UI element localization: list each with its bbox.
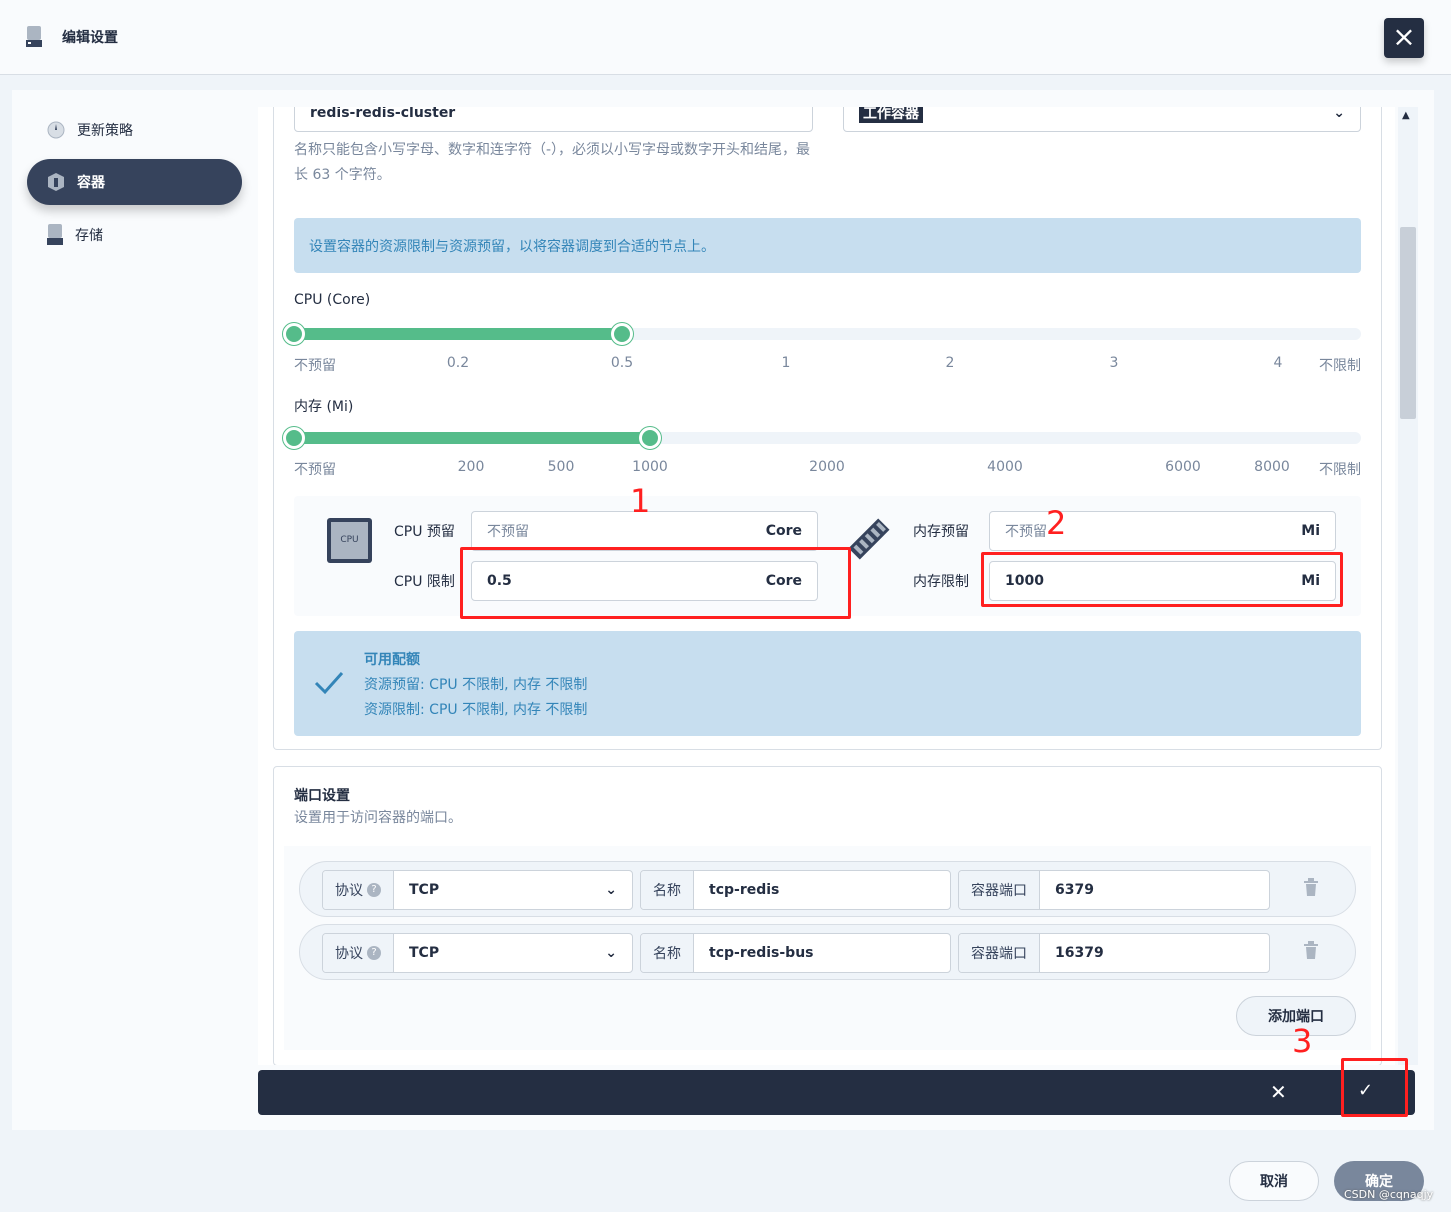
sidebar-item-label: 更新策略 [77, 123, 133, 139]
protocol-label: 协议 [335, 883, 363, 899]
memory-icon [848, 518, 890, 560]
watermark: CSDN @cqnaqjy [1344, 1188, 1434, 1201]
quota-requests: 资源预留: CPU 不限制, 内存 不限制 [364, 677, 588, 693]
memory-tick-label: 4000 [987, 459, 1023, 475]
trash-icon[interactable] [1303, 941, 1319, 961]
cpu-slider-fill [294, 328, 622, 340]
annotation-number-3: 3 [1292, 1022, 1313, 1060]
chevron-down-icon: ⌄ [605, 945, 617, 961]
cpu-request-label: CPU 预留 [394, 524, 455, 540]
container-port-input[interactable]: 容器端口 16379 [958, 933, 1270, 973]
cpu-icon: CPU [327, 518, 372, 563]
port-name-label: 名称 [641, 871, 694, 909]
memory-slider-max-handle[interactable] [639, 427, 661, 449]
ports-description: 设置用于访问容器的端口。 [294, 810, 462, 826]
memory-tick-label: 不限制 [1319, 462, 1361, 478]
memory-tick-label: 500 [547, 459, 575, 475]
edit-action-bar [258, 1070, 1415, 1115]
cpu-slider-max-handle[interactable] [611, 323, 633, 345]
memory-tick-label: 200 [457, 459, 485, 475]
protocol-value: TCP [409, 945, 440, 961]
memory-tick-label: 1000 [632, 459, 668, 475]
cancel-edit-icon[interactable]: ✕ [1270, 1080, 1287, 1104]
container-name-value: redis-redis-cluster [310, 105, 456, 121]
memory-tick-label: 6000 [1165, 459, 1201, 475]
cpu-slider-min-handle[interactable] [283, 323, 305, 345]
cpu-request-placeholder: 不预留 [487, 524, 529, 540]
cpu-limit-label: CPU 限制 [394, 574, 455, 590]
name-hint: 名称只能包含小写字母、数字和连字符（-），必须以小写字母或数字开头和结尾，最长 … [294, 142, 811, 183]
cpu-tick-label: 2 [945, 355, 955, 371]
cpu-tick-label: 不限制 [1319, 358, 1361, 374]
trash-icon[interactable] [1303, 878, 1319, 898]
annotation-box-3 [1341, 1058, 1408, 1117]
protocol-select[interactable]: 协议? TCP ⌄ [322, 933, 633, 973]
cpu-unit: Core [765, 523, 802, 539]
dialog-title: 编辑设置 [62, 30, 118, 46]
cpu-tick-label: 不预留 [294, 358, 336, 374]
sidebar-item-label: 容器 [77, 175, 105, 191]
resource-info-text: 设置容器的资源限制与资源预留，以将容器调度到合适的节点上。 [309, 239, 715, 255]
container-port-input[interactable]: 容器端口 6379 [958, 870, 1270, 910]
clock-icon [47, 121, 65, 139]
scrollbar-thumb[interactable] [1400, 227, 1416, 419]
memory-slider-min-handle[interactable] [283, 427, 305, 449]
memory-tick-label: 2000 [809, 459, 845, 475]
annotation-number-1: 1 [630, 482, 651, 520]
help-icon[interactable]: ? [367, 946, 381, 960]
chevron-down-icon: ⌄ [605, 882, 617, 898]
memory-tick-label: 不预留 [294, 462, 336, 478]
cpu-slider-label: CPU (Core) [294, 292, 371, 308]
sidebar-item-container[interactable]: 容器 [27, 159, 242, 205]
cpu-tick-label: 4 [1273, 355, 1283, 371]
memory-limit-label: 内存限制 [913, 574, 969, 590]
container-port-label: 容器端口 [959, 871, 1040, 909]
memory-request-placeholder: 不预留 [1005, 524, 1047, 540]
check-icon [314, 671, 344, 695]
cpu-tick-label: 1 [781, 355, 791, 371]
protocol-value: TCP [409, 882, 440, 898]
container-port-value: 16379 [1055, 945, 1104, 961]
memory-request-label: 内存预留 [913, 524, 969, 540]
annotation-box-1 [460, 547, 851, 619]
cpu-icon-text: CPU [331, 522, 368, 559]
container-port-value: 6379 [1055, 882, 1094, 898]
cpu-tick-label: 0.5 [610, 355, 634, 371]
sidebar-item-label: 存储 [75, 228, 103, 244]
storage-icon [26, 26, 42, 47]
dialog-header: 编辑设置 [0, 0, 1451, 75]
storage-icon [47, 224, 63, 245]
quota-banner: 可用配额 资源预留: CPU 不限制, 内存 不限制 资源限制: CPU 不限制… [294, 631, 1361, 736]
protocol-label: 协议 [335, 946, 363, 962]
quota-title: 可用配额 [364, 652, 420, 668]
chevron-down-icon: ⌄ [1333, 105, 1345, 121]
close-icon: × [1392, 20, 1416, 53]
sidebar-item-update-strategy[interactable]: 更新策略 [27, 107, 242, 153]
port-name-value: tcp-redis [709, 882, 780, 898]
scroll-up-icon[interactable]: ▲ [1402, 110, 1410, 121]
cpu-tick-label: 0.2 [446, 355, 470, 371]
cpu-tick-label: 3 [1109, 355, 1119, 371]
container-port-label: 容器端口 [959, 934, 1040, 972]
annotation-number-2: 2 [1046, 504, 1067, 542]
resource-info-banner: 设置容器的资源限制与资源预留，以将容器调度到合适的节点上。 [294, 218, 1361, 273]
container-icon [48, 173, 64, 191]
help-icon[interactable]: ? [367, 883, 381, 897]
port-name-label: 名称 [641, 934, 694, 972]
sidebar-item-storage[interactable]: 存储 [27, 212, 242, 258]
port-name-input[interactable]: 名称 tcp-redis [640, 870, 951, 910]
port-name-value: tcp-redis-bus [709, 945, 814, 961]
protocol-select[interactable]: 协议? TCP ⌄ [322, 870, 633, 910]
port-name-input[interactable]: 名称 tcp-redis-bus [640, 933, 951, 973]
memory-tick-label: 8000 [1254, 459, 1290, 475]
annotation-box-2 [981, 552, 1343, 607]
close-button[interactable]: × [1384, 18, 1424, 58]
memory-request-input[interactable]: 不预留 Mi [989, 511, 1336, 551]
cancel-button[interactable]: 取消 [1229, 1161, 1319, 1201]
memory-slider-label: 内存 (Mi) [294, 399, 354, 415]
ports-title: 端口设置 [294, 788, 350, 804]
memory-unit: Mi [1301, 523, 1320, 539]
memory-slider-fill [294, 432, 650, 444]
quota-limits: 资源限制: CPU 不限制, 内存 不限制 [364, 702, 588, 718]
